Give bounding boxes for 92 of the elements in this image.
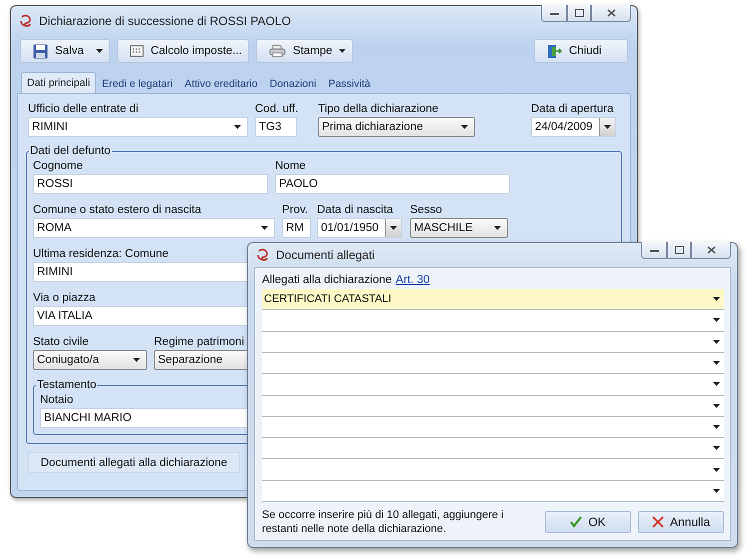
input-field[interactable]: TG3 xyxy=(255,117,297,137)
field-label: Cod. uff. xyxy=(255,102,298,116)
input-field[interactable]: RM xyxy=(282,218,311,238)
field-label: Cognome xyxy=(33,159,83,173)
attachments-button[interactable]: Documenti allegati alla dichiarazione xyxy=(28,452,240,473)
dropdown-arrow-icon xyxy=(713,468,720,472)
input-field[interactable]: PAOLO xyxy=(275,174,510,194)
input-field[interactable]: ROSSI xyxy=(33,174,268,194)
minimize-icon xyxy=(650,248,658,252)
dropdown-field[interactable] xyxy=(262,416,724,438)
group-title: Testamento xyxy=(36,379,98,391)
calculator-icon xyxy=(130,45,144,57)
dropdown-field[interactable] xyxy=(262,374,724,396)
dropdown-field[interactable]: Coniugato/a xyxy=(33,350,147,370)
close-icon xyxy=(606,9,616,17)
field-label: Data di nascita xyxy=(317,203,394,217)
dropdown-field[interactable]: Prima dichiarazione xyxy=(318,117,475,137)
field-label: Prov. xyxy=(282,203,308,217)
dropdown-arrow-icon xyxy=(713,340,720,344)
close-icon xyxy=(706,246,716,254)
dropdown-arrow-icon xyxy=(713,404,720,408)
maximize-icon xyxy=(674,246,684,254)
dropdown-arrow-icon xyxy=(461,125,468,129)
dropdown-field[interactable] xyxy=(262,352,724,374)
exit-door-icon xyxy=(547,44,562,58)
dialog-button[interactable]: Annulla xyxy=(638,511,724,533)
dropdown-arrow-icon xyxy=(494,226,501,230)
dropdown-field[interactable] xyxy=(262,438,724,460)
dropdown-field[interactable] xyxy=(262,396,724,417)
minimize-icon xyxy=(550,12,558,14)
field-label: Ultima residenza: Comune xyxy=(33,247,169,261)
dropdown-arrow-icon xyxy=(234,125,241,129)
printer-icon xyxy=(269,44,286,58)
dropdown-arrow-icon xyxy=(713,424,720,429)
field-label: Data di apertura xyxy=(531,102,614,116)
dropdown-arrow-icon xyxy=(713,297,720,302)
field-label: Stato civile xyxy=(33,335,89,349)
date-picker[interactable]: 01/01/1950 xyxy=(317,218,402,238)
note-text: Se occorre inserire più di 10 allegati, aggiungere i restanti nelle note della dichiarazione. xyxy=(262,508,505,536)
maximize-icon xyxy=(574,9,584,17)
window-title: Dichiarazione di successione di ROSSI PAOLO xyxy=(39,14,291,28)
toolbar-button[interactable]: Chiudi xyxy=(534,39,628,63)
dropdown-button[interactable] xyxy=(599,118,615,136)
dropdown-arrow-icon xyxy=(713,446,720,450)
dropdown-field[interactable]: RIMINI xyxy=(28,117,248,137)
dropdown-field[interactable] xyxy=(262,459,724,481)
tab[interactable]: Eredi e legatari xyxy=(96,74,179,93)
dropdown-arrow-icon xyxy=(713,488,720,493)
article-link[interactable]: Art. 30 xyxy=(396,274,430,288)
minimize-button[interactable] xyxy=(641,242,667,259)
app-logo-icon xyxy=(256,248,270,262)
field-label: Sesso xyxy=(410,203,442,217)
app-logo-icon xyxy=(19,14,33,28)
dropdown-field[interactable] xyxy=(262,480,724,502)
dropdown-field[interactable] xyxy=(262,332,724,353)
dropdown-arrow-icon xyxy=(133,358,140,362)
tab[interactable]: Attivo ereditario xyxy=(178,74,264,93)
dropdown-field[interactable] xyxy=(262,310,724,332)
dropdown-arrow-icon xyxy=(713,382,720,386)
toolbar-button[interactable]: Calcolo imposte... xyxy=(117,39,249,63)
tab[interactable]: Donazioni xyxy=(264,74,322,93)
toolbar-button[interactable]: Stampe xyxy=(256,39,353,63)
dropdown-field[interactable]: CERTIFICATI CATASTALI xyxy=(262,289,724,310)
dropdown-arrow-icon xyxy=(604,125,611,129)
group-title: Dati del defunto xyxy=(29,145,112,157)
toolbar-button[interactable]: Salva xyxy=(20,39,110,63)
dropdown-arrow-icon xyxy=(713,318,720,322)
maximize-button[interactable] xyxy=(567,5,591,22)
field-label: Ufficio delle entrate di xyxy=(28,102,138,116)
dialog-button[interactable]: OK xyxy=(545,511,631,533)
field-label: Via o piazza xyxy=(33,291,96,305)
field-label: Tipo della dichiarazione xyxy=(318,102,438,116)
field-label: Comune o stato estero di nascita xyxy=(33,203,202,217)
field-label: Regime patrimoni xyxy=(154,335,244,349)
field-label: Nome xyxy=(275,159,306,173)
close-button[interactable] xyxy=(591,5,631,22)
minimize-button[interactable] xyxy=(541,5,567,22)
dropdown-button[interactable] xyxy=(385,219,401,237)
tab[interactable]: Passività xyxy=(322,74,376,93)
dropdown-arrow-icon xyxy=(261,226,268,230)
dialog-title: Documenti allegati xyxy=(276,248,375,262)
dropdown-arrow-icon xyxy=(713,361,720,366)
dropdown-field[interactable]: ROMA xyxy=(33,218,275,238)
dropdown-field[interactable]: MASCHILE xyxy=(410,218,508,238)
maximize-button[interactable] xyxy=(667,242,691,259)
close-button[interactable] xyxy=(691,242,731,259)
close-icon xyxy=(652,516,664,528)
date-picker[interactable]: 24/04/2009 xyxy=(531,117,616,137)
dropdown-arrow-icon xyxy=(390,226,397,230)
field-label: Notaio xyxy=(40,393,74,407)
checkmark-icon xyxy=(570,516,582,528)
tab[interactable]: Dati principali xyxy=(21,72,96,93)
